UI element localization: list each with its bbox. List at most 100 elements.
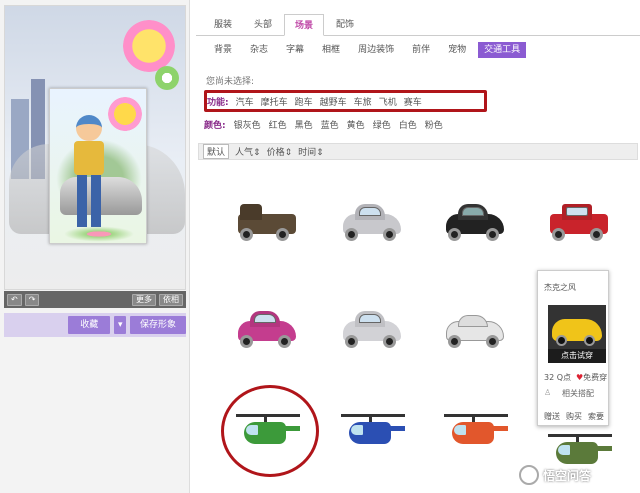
function-filter-row: 功能: 汽车 摩托车 跑车 越野车 车旅 飞机 赛车 — [204, 90, 487, 112]
tab-accessories[interactable]: 配饰 — [326, 14, 364, 36]
filter-option-sportscar[interactable]: 跑车 — [295, 95, 313, 108]
subtab-decoration[interactable]: 周边装饰 — [352, 42, 400, 58]
tab-head[interactable]: 头部 — [244, 14, 282, 36]
lock-button[interactable]: 依相 — [159, 293, 183, 306]
color-label: 颜色: — [204, 121, 226, 131]
item-price: 32 Q点 — [544, 373, 572, 382]
subcategory-tabs: 背景 杂志 字幕 相框 周边装饰 前伴 宠物 交通工具 — [196, 42, 527, 58]
filter-option-rv[interactable]: 车旅 — [354, 95, 372, 108]
collect-button[interactable]: 收藏 — [68, 316, 111, 334]
sun-flower-icon — [108, 97, 142, 131]
try-on-button[interactable]: 点击试穿 — [548, 349, 606, 363]
sort-arrow-icon: ⇕ — [253, 148, 261, 158]
sun-flower-decoration — [123, 20, 175, 72]
avatar-torso — [74, 141, 104, 175]
color-option-green[interactable]: 绿色 — [373, 118, 391, 131]
color-option-blue[interactable]: 蓝色 — [321, 118, 339, 131]
wheel-icon — [584, 335, 595, 346]
sort-popularity[interactable]: 人气⇕ — [235, 145, 261, 158]
hanger-icon: ♙ — [544, 388, 552, 397]
wheel-icon — [552, 228, 565, 241]
watermark: 悟空问答 — [519, 465, 591, 485]
filter-option-motorcycle[interactable]: 摩托车 — [261, 95, 288, 108]
function-label: 功能: — [207, 97, 229, 108]
vehicle-item-military-truck[interactable] — [236, 196, 300, 252]
color-option-white[interactable]: 白色 — [399, 118, 417, 131]
vehicle-item-red-jeep[interactable] — [548, 196, 612, 252]
wheel-icon — [448, 228, 461, 241]
avatar-leg — [91, 175, 101, 227]
item-detail-popup: 杰克之风 点击试穿 32 Q点 ♥免费穿 ♙ 相关搭配 赠送 购买 索要 — [537, 270, 609, 426]
color-option-silver[interactable]: 银灰色 — [234, 118, 261, 131]
wheel-icon — [590, 228, 603, 241]
free-wear-link[interactable]: ♥免费穿 — [576, 372, 607, 383]
wheel-icon — [278, 335, 291, 348]
undo-icon[interactable]: ↶ — [7, 293, 22, 306]
item-name: 杰克之风 — [544, 283, 576, 292]
flowers-decoration — [58, 225, 140, 243]
filter-option-racecar[interactable]: 赛车 — [404, 95, 422, 108]
save-look-button[interactable]: 保存形象 — [130, 316, 186, 334]
category-tabs: 服装 头部 场景 配饰 — [196, 14, 640, 36]
color-filter-row: 颜色: 银灰色 红色 黑色 蓝色 黄色 绿色 白色 粉色 — [204, 118, 443, 131]
watermark-text: 悟空问答 — [543, 468, 592, 483]
avatar-head — [76, 115, 102, 141]
sort-time[interactable]: 时间⇕ — [298, 145, 324, 158]
vehicle-item-blue-helicopter[interactable] — [341, 400, 405, 456]
avatar-card — [49, 88, 147, 244]
catalog-panel: 服装 头部 场景 配饰 背景 杂志 字幕 相框 周边装饰 前伴 宠物 交通工具 … — [196, 0, 640, 493]
subtab-caption[interactable]: 字幕 — [280, 42, 310, 58]
more-button[interactable]: 更多 — [132, 293, 156, 306]
rotor-icon — [341, 414, 405, 417]
avatar-preview — [4, 5, 186, 290]
car-graphic — [60, 177, 142, 215]
subtab-companion[interactable]: 前伴 — [406, 42, 436, 58]
flower-decoration — [155, 66, 179, 90]
wheel-icon — [276, 228, 289, 241]
subtab-pets[interactable]: 宠物 — [442, 42, 472, 58]
sort-default[interactable]: 默认 — [203, 144, 230, 159]
request-button[interactable]: 索要 — [588, 411, 604, 422]
color-option-black[interactable]: 黑色 — [295, 118, 313, 131]
wukong-logo-icon — [519, 465, 539, 485]
vehicle-item-black-suv[interactable] — [444, 196, 508, 252]
vehicle-item-orange-helicopter[interactable] — [444, 400, 508, 456]
selection-summary: 您尚未选择: — [206, 77, 255, 87]
item-actions: 赠送 购买 索要 — [544, 411, 604, 422]
sort-bar: 默认 人气⇕ 价格⇕ 时间⇕ — [198, 143, 638, 160]
sort-arrow-icon: ⇕ — [284, 148, 293, 158]
color-option-red[interactable]: 红色 — [269, 118, 287, 131]
filter-option-aircraft[interactable]: 飞机 — [379, 95, 397, 108]
avatar-actions: 收藏 ▾ 保存形象 — [4, 313, 186, 337]
wheel-icon — [556, 335, 567, 346]
gift-button[interactable]: 赠送 — [544, 411, 560, 422]
wheel-icon — [240, 335, 253, 348]
vehicle-item-pink-hatchback[interactable] — [236, 303, 300, 359]
vehicle-item-silver-sedan[interactable] — [341, 303, 405, 359]
redo-icon[interactable]: ↷ — [24, 293, 40, 306]
sort-price[interactable]: 价格⇕ — [267, 145, 293, 158]
preview-toolbar: ↶ ↷ 更多 依相 — [4, 291, 186, 308]
chevron-down-icon[interactable]: ▾ — [114, 316, 127, 334]
color-option-pink[interactable]: 粉色 — [425, 118, 443, 131]
filter-option-offroad[interactable]: 越野车 — [320, 95, 347, 108]
vehicle-item-white-sportscar[interactable] — [444, 303, 508, 359]
subtab-vehicles[interactable]: 交通工具 — [478, 42, 527, 58]
wheel-icon — [486, 228, 499, 241]
wheel-icon — [383, 335, 396, 348]
subtab-frame[interactable]: 相框 — [316, 42, 346, 58]
color-option-yellow[interactable]: 黄色 — [347, 118, 365, 131]
avatar-panel: ↶ ↷ 更多 依相 收藏 ▾ 保存形象 — [0, 0, 190, 493]
related-outfits-link[interactable]: 相关搭配 — [562, 388, 594, 399]
tab-clothing[interactable]: 服装 — [204, 14, 242, 36]
vehicle-item-silver-coupe[interactable] — [341, 196, 405, 252]
rotor-icon — [444, 414, 508, 417]
rotor-icon — [548, 434, 612, 437]
subtab-background[interactable]: 背景 — [208, 42, 238, 58]
wheel-icon — [383, 228, 396, 241]
subtab-magazine[interactable]: 杂志 — [244, 42, 274, 58]
filter-option-car[interactable]: 汽车 — [236, 95, 254, 108]
tab-scene[interactable]: 场景 — [284, 14, 325, 36]
buy-button[interactable]: 购买 — [566, 411, 582, 422]
highlight-circle — [221, 385, 319, 477]
